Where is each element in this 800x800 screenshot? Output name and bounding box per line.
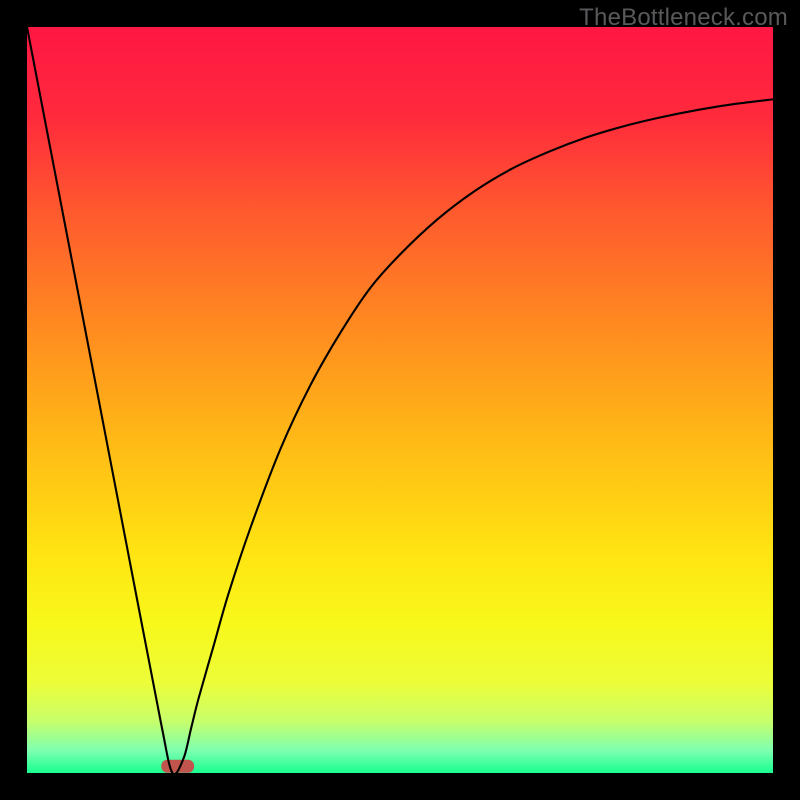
gradient-background bbox=[27, 27, 773, 773]
chart-canvas: TheBottleneck.com bbox=[0, 0, 800, 800]
watermark-text: TheBottleneck.com bbox=[579, 4, 788, 32]
plot-area bbox=[27, 27, 773, 773]
